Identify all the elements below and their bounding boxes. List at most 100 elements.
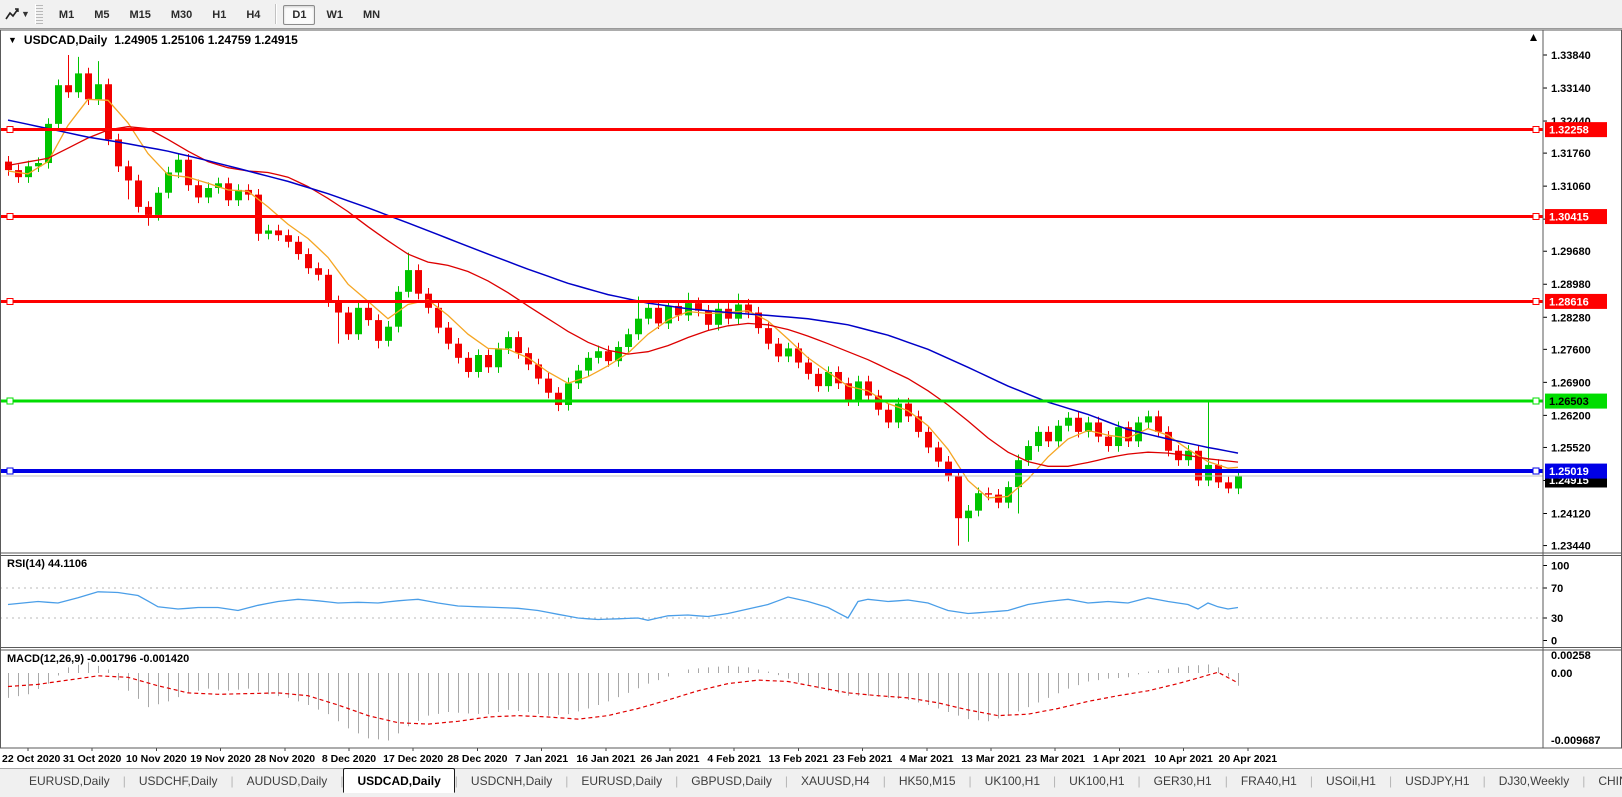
chart-tab-eurusd-daily[interactable]: EURUSD,Daily xyxy=(16,769,123,793)
chart-tab-dj30-weekly[interactable]: DJ30,Weekly xyxy=(1486,769,1582,793)
line-handle[interactable] xyxy=(6,213,14,221)
date-axis: 22 Oct 2020 31 Oct 2020 10 Nov 2020 19 Nov … xyxy=(2,748,1277,765)
svg-text:4 Feb 2021: 4 Feb 2021 xyxy=(707,753,761,765)
svg-text:1.25520: 1.25520 xyxy=(1551,442,1591,454)
svg-text:1.27600: 1.27600 xyxy=(1551,344,1591,356)
svg-text:10 Nov 2020: 10 Nov 2020 xyxy=(126,753,187,765)
svg-text:1.25019: 1.25019 xyxy=(1549,466,1589,478)
chart-canvas[interactable]: 1.338401.331401.324401.317601.310601.303… xyxy=(0,0,1622,797)
svg-text:13 Feb 2021: 13 Feb 2021 xyxy=(769,753,829,765)
line-handle[interactable] xyxy=(6,397,14,405)
chart-tab-fra40-h1[interactable]: FRA40,H1 xyxy=(1228,769,1310,793)
chart-tab-ger30-h1[interactable]: GER30,H1 xyxy=(1141,769,1225,793)
line-handle[interactable] xyxy=(1532,126,1540,134)
tf-button-d1[interactable]: D1 xyxy=(283,5,316,26)
hline-price-label: 1.26503 xyxy=(1545,393,1607,409)
chart-title: ▼ USDCAD,Daily 1.24905 1.25106 1.24759 1… xyxy=(8,33,298,47)
svg-text:1.24120: 1.24120 xyxy=(1551,508,1591,520)
svg-text:22 Oct 2020: 22 Oct 2020 xyxy=(2,753,61,765)
chart-tab-uk100-h1[interactable]: UK100,H1 xyxy=(972,769,1053,793)
chart-tab-usdjpy-h1[interactable]: USDJPY,H1 xyxy=(1392,769,1482,793)
svg-text:1.28980: 1.28980 xyxy=(1551,279,1591,291)
dropdown-caret-icon[interactable]: ▼ xyxy=(21,9,30,19)
chart-tab-hk50-m15[interactable]: HK50,M15 xyxy=(886,769,969,793)
tf-button-h1[interactable]: H1 xyxy=(203,5,235,25)
svg-text:1.33840: 1.33840 xyxy=(1551,50,1591,62)
chart-tab-china300-h1[interactable]: CHINA300,H1 xyxy=(1585,769,1622,793)
chart-tab-gbpusd-daily[interactable]: GBPUSD,Daily xyxy=(678,769,785,793)
hline-price-label: 1.28616 xyxy=(1545,293,1607,309)
line-handle[interactable] xyxy=(1532,467,1540,475)
svg-text:0: 0 xyxy=(1551,636,1557,648)
svg-text:17 Dec 2020: 17 Dec 2020 xyxy=(383,753,443,765)
tf-button-h4[interactable]: H4 xyxy=(237,5,269,25)
svg-text:1.29680: 1.29680 xyxy=(1551,246,1591,258)
timeframe-button-group: M1 M5 M15 M30 H1 H4 D1 W1 MN xyxy=(49,4,390,26)
svg-text:1.28280: 1.28280 xyxy=(1551,312,1591,324)
toolbar-separator xyxy=(275,4,278,24)
svg-text:1.30415: 1.30415 xyxy=(1549,212,1589,224)
toolbar-grip-handle[interactable] xyxy=(34,4,43,24)
ohlc-values: 1.24905 1.25106 1.24759 1.24915 xyxy=(114,33,298,47)
hline-price-label: 1.25019 xyxy=(1545,463,1607,479)
chart-tab-usoil-h1[interactable]: USOil,H1 xyxy=(1313,769,1389,793)
hline-price-label: 1.32258 xyxy=(1545,122,1607,138)
chart-tab-usdcnh-daily[interactable]: USDCNH,Daily xyxy=(458,769,565,793)
svg-text:7 Jan 2021: 7 Jan 2021 xyxy=(515,753,568,765)
svg-text:0.00: 0.00 xyxy=(1551,668,1572,680)
chart-tab-bar: EURUSD,Daily | USDCHF,Daily | AUDUSD,Daily | U… xyxy=(0,768,1622,793)
chart-tab-eurusd-daily[interactable]: EURUSD,Daily xyxy=(568,769,675,793)
tf-button-mn[interactable]: MN xyxy=(354,5,389,25)
line-handle[interactable] xyxy=(1532,213,1540,221)
hline-price-label: 1.30415 xyxy=(1545,209,1607,225)
symbol-label: USDCAD,Daily xyxy=(23,33,108,47)
svg-text:1 Apr 2021: 1 Apr 2021 xyxy=(1093,753,1146,765)
line-handle[interactable] xyxy=(6,126,14,134)
svg-text:20 Apr 2021: 20 Apr 2021 xyxy=(1219,753,1278,765)
tf-button-m15[interactable]: M15 xyxy=(120,5,159,25)
svg-text:28 Nov 2020: 28 Nov 2020 xyxy=(254,753,315,765)
macd-indicator-label: MACD(12,26,9) -0.001796 -0.001420 xyxy=(7,653,190,665)
svg-text:13 Mar 2021: 13 Mar 2021 xyxy=(961,753,1021,765)
svg-text:28 Dec 2020: 28 Dec 2020 xyxy=(447,753,507,765)
tf-button-m1[interactable]: M1 xyxy=(50,5,83,25)
line-handle[interactable] xyxy=(1532,297,1540,305)
tf-button-m5[interactable]: M5 xyxy=(85,5,118,25)
chart-tab-xauusd-h4[interactable]: XAUUSD,H4 xyxy=(788,769,883,793)
svg-text:1.26200: 1.26200 xyxy=(1551,410,1591,422)
rsi-indicator-label: RSI(14) 44.1106 xyxy=(7,558,88,570)
svg-text:0.00258: 0.00258 xyxy=(1551,650,1591,662)
line-handle[interactable] xyxy=(6,467,14,475)
svg-text:4 Mar 2021: 4 Mar 2021 xyxy=(900,753,954,765)
line-handle[interactable] xyxy=(6,297,14,305)
symbol-dropdown-icon[interactable]: ▼ xyxy=(8,35,17,45)
chart-tab-usdcad-daily[interactable]: USDCAD,Daily xyxy=(343,768,455,793)
bottom-strip xyxy=(0,793,1622,797)
tf-button-m30[interactable]: M30 xyxy=(162,5,201,25)
chart-tab-audusd-daily[interactable]: AUDUSD,Daily xyxy=(234,769,341,793)
svg-text:1.32258: 1.32258 xyxy=(1549,125,1589,137)
mt4-window: { "toolbar": { "timeframes": ["M1","M5",… xyxy=(0,0,1622,797)
svg-text:100: 100 xyxy=(1551,561,1569,573)
svg-text:23 Feb 2021: 23 Feb 2021 xyxy=(833,753,893,765)
svg-text:1.26900: 1.26900 xyxy=(1551,377,1591,389)
svg-text:16 Jan 2021: 16 Jan 2021 xyxy=(576,753,635,765)
chart-tool-icon[interactable] xyxy=(3,5,21,23)
svg-text:70: 70 xyxy=(1551,583,1563,595)
svg-text:23 Mar 2021: 23 Mar 2021 xyxy=(1025,753,1085,765)
tf-button-w1[interactable]: W1 xyxy=(317,5,352,25)
line-handle[interactable] xyxy=(1532,397,1540,405)
svg-text:31 Oct 2020: 31 Oct 2020 xyxy=(63,753,122,765)
svg-text:30: 30 xyxy=(1551,613,1563,625)
chart-tab-uk100-h1[interactable]: UK100,H1 xyxy=(1056,769,1137,793)
svg-text:1.28616: 1.28616 xyxy=(1549,296,1589,308)
svg-text:10 Apr 2021: 10 Apr 2021 xyxy=(1154,753,1213,765)
svg-text:1.31760: 1.31760 xyxy=(1551,148,1591,160)
svg-text:1.26503: 1.26503 xyxy=(1549,396,1589,408)
svg-text:1.31060: 1.31060 xyxy=(1551,181,1591,193)
svg-text:1.33140: 1.33140 xyxy=(1551,83,1591,95)
chart-tab-usdchf-daily[interactable]: USDCHF,Daily xyxy=(126,769,231,793)
svg-text:8 Dec 2020: 8 Dec 2020 xyxy=(322,753,376,765)
svg-text:26 Jan 2021: 26 Jan 2021 xyxy=(641,753,700,765)
svg-text:1.23440: 1.23440 xyxy=(1551,541,1591,553)
